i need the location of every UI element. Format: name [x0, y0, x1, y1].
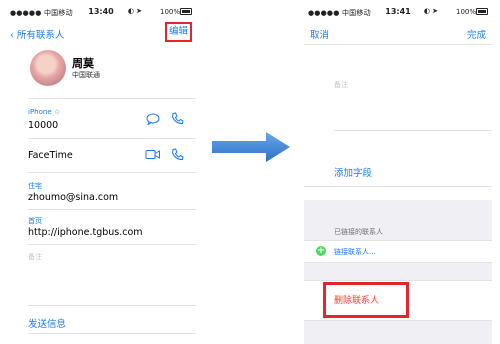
transition-arrow-icon [212, 132, 290, 162]
message-icon[interactable] [146, 113, 160, 125]
divider [304, 186, 492, 187]
send-message-button[interactable]: 发送信息 [28, 316, 66, 330]
divider [28, 305, 196, 306]
phone-number[interactable]: 10000 [28, 120, 58, 131]
divider [28, 98, 196, 99]
contact-name: 周莫 [72, 57, 94, 70]
divider [28, 172, 196, 173]
facetime-label: FaceTime [28, 150, 73, 161]
email-label: 住宅 [28, 182, 42, 190]
phone-call-icon[interactable] [171, 112, 184, 125]
done-button[interactable]: 完成 [467, 27, 486, 41]
lock-icon: ◐ [423, 7, 430, 15]
divider [304, 240, 492, 241]
location-arrow-icon: ➤ [136, 7, 142, 15]
lock-icon: ◐ [127, 7, 134, 15]
divider [28, 138, 196, 139]
linked-contacts-header: 已链接的联系人 [334, 228, 383, 236]
status-bar: ●●●●● 中国移动 13:41 ◐ ➤ 100% [304, 0, 492, 20]
divider [304, 44, 492, 45]
chevron-left-icon: ‹ [10, 30, 14, 41]
battery-icon [180, 8, 192, 15]
divider [334, 130, 492, 131]
divider [28, 333, 196, 334]
homepage-label: 首页 [28, 217, 42, 225]
add-circle-icon[interactable]: + [316, 246, 326, 256]
facetime-audio-icon[interactable] [171, 148, 184, 161]
notes-field[interactable]: 备注 [28, 252, 42, 262]
divider [304, 320, 492, 321]
contact-detail-screen: ●●●●● 中国移动 13:40 ◐ ➤ 100% ‹ 所有联系人 编辑 周莫 … [6, 0, 196, 344]
battery-icon [476, 8, 488, 15]
battery-percent: 100% [159, 8, 180, 16]
back-button[interactable]: ‹ 所有联系人 [10, 27, 64, 41]
avatar[interactable] [30, 50, 66, 86]
delete-contact-button[interactable]: 删除联系人 [334, 293, 379, 306]
divider [28, 244, 196, 245]
divider [304, 262, 492, 263]
nav-bar: 取消 完成 [304, 20, 492, 44]
location-arrow-icon: ➤ [432, 7, 438, 15]
cancel-button[interactable]: 取消 [310, 27, 329, 41]
edit-contact-screen: ●●●●● 中国移动 13:41 ◐ ➤ 100% 取消 完成 备注 添加字段 … [304, 0, 492, 344]
battery-percent: 100% [455, 8, 476, 16]
video-camera-icon[interactable] [145, 149, 161, 160]
edit-button[interactable]: 编辑 [164, 22, 192, 42]
divider [304, 280, 492, 281]
homepage-value[interactable]: http://iphone.tgbus.com [28, 227, 143, 238]
nav-bar: ‹ 所有联系人 编辑 [6, 20, 196, 44]
back-button-label: 所有联系人 [16, 30, 65, 41]
status-bar: ●●●●● 中国移动 13:40 ◐ ➤ 100% [6, 0, 196, 20]
link-contact-row[interactable] [304, 240, 492, 262]
link-contact-button[interactable]: 链接联系人... [334, 247, 376, 257]
phone-label: iPhone ☆ [28, 108, 61, 116]
contact-company: 中国联通 [72, 71, 100, 79]
email-value[interactable]: zhoumo@sina.com [28, 192, 118, 203]
notes-field[interactable]: 备注 [334, 80, 348, 90]
divider [28, 209, 196, 210]
add-field-button[interactable]: 添加字段 [334, 165, 372, 179]
